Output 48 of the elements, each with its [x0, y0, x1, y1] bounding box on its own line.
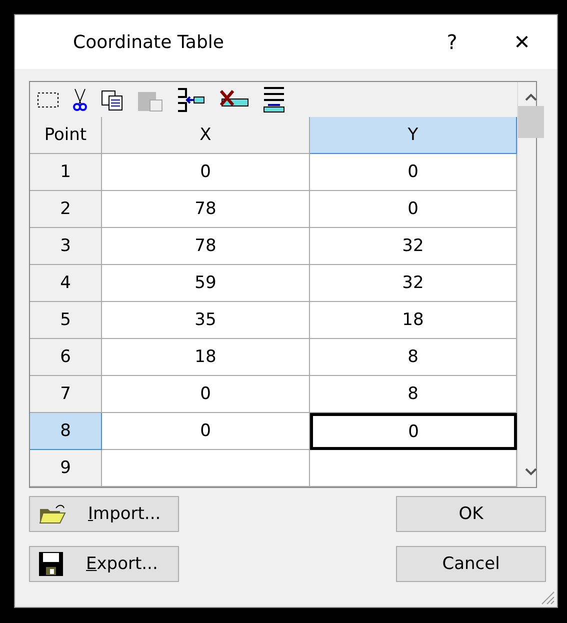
- table-cell[interactable]: 35: [102, 302, 310, 339]
- help-button[interactable]: ?: [417, 15, 487, 69]
- cancel-button[interactable]: Cancel: [396, 546, 546, 582]
- table-cell[interactable]: 59: [102, 265, 310, 302]
- scissors-icon[interactable]: [72, 88, 88, 112]
- table-cell[interactable]: 78: [102, 191, 310, 228]
- window-title: Coordinate Table: [73, 32, 225, 52]
- table-cell[interactable]: [310, 450, 517, 487]
- table-cell[interactable]: 0: [102, 413, 310, 450]
- row-header[interactable]: 5: [30, 302, 102, 339]
- ok-button[interactable]: OK: [396, 496, 546, 532]
- table-cell[interactable]: 32: [310, 228, 517, 265]
- row-header[interactable]: 1: [30, 154, 102, 191]
- table-cell[interactable]: 0: [310, 413, 517, 450]
- row-header[interactable]: 6: [30, 339, 102, 376]
- table-cell[interactable]: [102, 450, 310, 487]
- close-button[interactable]: ✕: [487, 15, 557, 69]
- scroll-up-icon[interactable]: [524, 92, 538, 102]
- table-cell[interactable]: 0: [102, 376, 310, 413]
- row-header[interactable]: 4: [30, 265, 102, 302]
- table-cell[interactable]: 18: [310, 302, 517, 339]
- import-button[interactable]: Import...: [29, 496, 179, 532]
- table-cell[interactable]: 0: [310, 191, 517, 228]
- column-header[interactable]: X: [102, 117, 310, 154]
- row-header[interactable]: 9: [30, 450, 102, 487]
- row-header[interactable]: 3: [30, 228, 102, 265]
- column-header[interactable]: Y: [310, 117, 517, 154]
- scrollbar[interactable]: [517, 82, 544, 487]
- row-header[interactable]: 8: [30, 413, 102, 450]
- selection-icon[interactable]: [36, 90, 60, 110]
- table-cell[interactable]: 8: [310, 339, 517, 376]
- scroll-thumb[interactable]: [518, 106, 544, 138]
- table-cell[interactable]: 78: [102, 228, 310, 265]
- insert-row-icon[interactable]: [176, 86, 206, 112]
- resize-grip-icon[interactable]: [539, 589, 555, 605]
- row-header[interactable]: 7: [30, 376, 102, 413]
- export-button[interactable]: Export...: [29, 546, 179, 582]
- append-rows-icon[interactable]: [262, 86, 286, 114]
- copy-icon[interactable]: [100, 88, 124, 110]
- table-cell[interactable]: 0: [310, 154, 517, 191]
- table-cell[interactable]: 18: [102, 339, 310, 376]
- table-cell[interactable]: 8: [310, 376, 517, 413]
- row-header[interactable]: 2: [30, 191, 102, 228]
- table-cell[interactable]: 32: [310, 265, 517, 302]
- column-header[interactable]: Point: [30, 117, 102, 154]
- scroll-down-icon[interactable]: [524, 467, 538, 477]
- table-cell[interactable]: 0: [102, 154, 310, 191]
- folder-icon: [38, 503, 66, 525]
